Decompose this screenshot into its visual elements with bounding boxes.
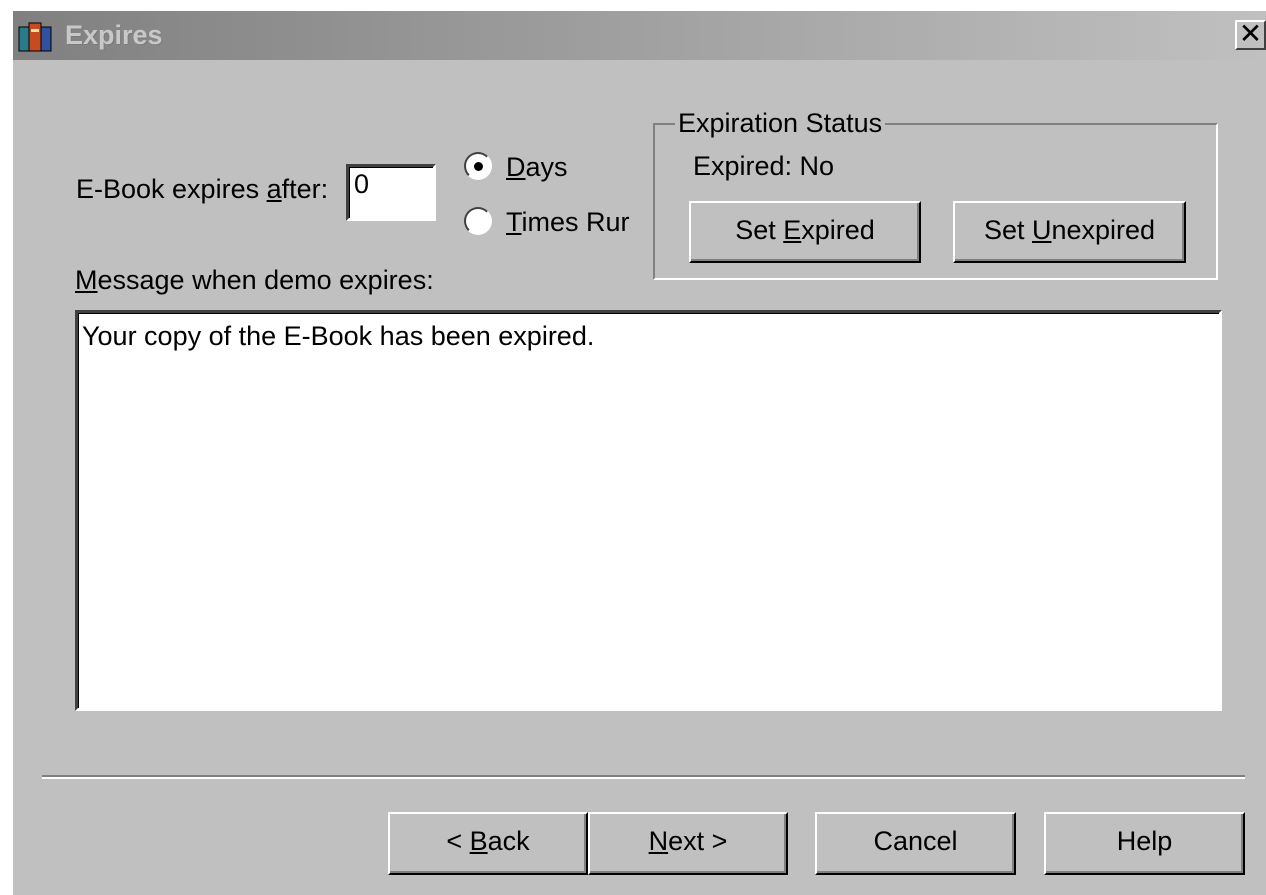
times-run-label[interactable]: Times Rur [506,207,634,238]
days-radio[interactable] [464,152,492,180]
close-button[interactable]: ✕ [1235,20,1266,50]
expires-after-value: 0 [354,169,370,199]
message-label: Message when demo expires: [75,265,434,295]
days-label[interactable]: Days [506,152,568,183]
expiration-status-title: Expiration Status [675,108,886,139]
title-bar[interactable]: Expires ✕ [13,11,1266,60]
times-run-radio[interactable] [464,207,492,235]
next-button[interactable]: Next > [588,812,788,875]
expiry-message-text: Your copy of the E-Book has been expired… [82,321,595,351]
expires-dialog: Expires ✕ E-Book expires after: 0 Days T… [13,11,1266,895]
cancel-button[interactable]: Cancel [815,812,1016,875]
set-unexpired-button[interactable]: Set Unexpired [953,201,1186,263]
radio-selected-dot [474,162,483,171]
set-expired-button[interactable]: Set Expired [689,201,921,263]
ebook-app-icon [17,21,59,53]
footer-divider [42,775,1245,779]
expiry-message-textarea[interactable]: Your copy of the E-Book has been expired… [75,310,1222,711]
help-button[interactable]: Help [1044,812,1245,875]
expires-after-label: E-Book expires after: [76,174,329,204]
back-button[interactable]: < Back [388,812,588,875]
expires-after-input[interactable]: 0 [346,164,436,221]
close-icon: ✕ [1238,18,1263,49]
window-title: Expires [65,20,163,50]
expired-status-text: Expired: No [693,151,835,181]
